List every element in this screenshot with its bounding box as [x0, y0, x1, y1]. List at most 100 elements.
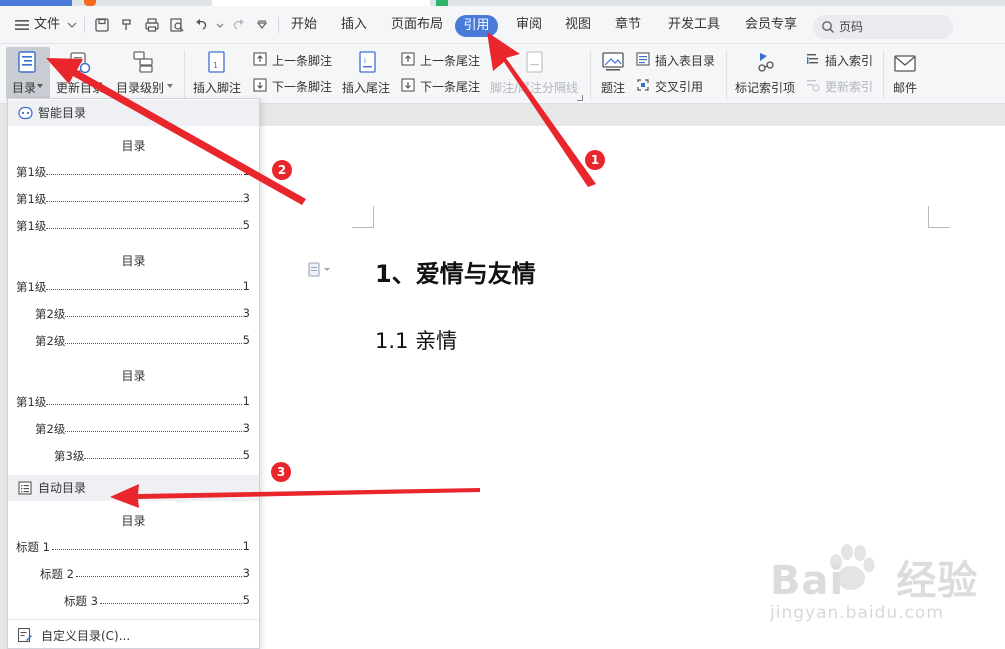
mail-button[interactable]: 邮件 — [893, 79, 917, 96]
undo-icon[interactable] — [194, 17, 210, 33]
divider — [883, 50, 884, 100]
step-badge-2: 2 — [272, 160, 292, 180]
toc-preview-line: 第2级 3 — [35, 306, 250, 322]
insert-table-of-figures-button[interactable]: 插入表目录 — [655, 52, 715, 69]
prev-footnote-icon[interactable] — [253, 52, 267, 66]
divider — [590, 50, 591, 100]
update-toc-button[interactable]: 更新目录 — [56, 79, 104, 96]
customize-quick-access-icon[interactable] — [254, 17, 270, 33]
insert-table-of-figures-icon[interactable] — [636, 52, 650, 66]
print-preview-icon[interactable] — [169, 17, 185, 33]
update-index-icon — [807, 80, 820, 92]
insert-endnote-button[interactable]: 插入尾注 — [342, 79, 390, 96]
search-box[interactable]: 页码 — [813, 15, 953, 39]
insert-index-icon[interactable] — [806, 52, 820, 66]
tab-references[interactable]: 引用 — [455, 15, 498, 37]
toc-preview-line: 标题 35 — [64, 593, 250, 609]
tab-page-layout[interactable]: 页面布局 — [391, 6, 443, 44]
toc-preview-title: 目录 — [121, 514, 146, 528]
edit-document-icon — [17, 627, 32, 643]
cross-reference-icon[interactable] — [636, 78, 650, 92]
toc-preview-title: 目录 — [121, 369, 146, 383]
step-badge-1: 1 — [585, 150, 605, 170]
insert-index-button[interactable]: 插入索引 — [825, 52, 873, 69]
dialog-launcher-icon[interactable] — [577, 95, 583, 101]
toc-label: 目录 — [12, 81, 37, 95]
prev-footnote-button[interactable]: 上一条脚注 — [272, 52, 332, 69]
svg-text:1: 1 — [213, 61, 218, 70]
footnote-separator-icon — [526, 51, 543, 73]
toc-level-button[interactable]: 目录级别 — [116, 79, 164, 96]
chevron-down-icon — [37, 84, 43, 88]
toc-preview-line: 第1级 1 — [16, 279, 250, 295]
next-footnote-icon[interactable] — [253, 78, 267, 92]
toc-preview-line: 标题 23 — [40, 566, 250, 582]
toc-icon — [18, 51, 36, 73]
tab-developer[interactable]: 开发工具 — [668, 6, 720, 44]
paragraph-handle-icon[interactable] — [308, 262, 336, 278]
divider — [278, 17, 279, 33]
insert-endnote-icon[interactable]: i — [356, 50, 380, 74]
toc-level-icon[interactable] — [131, 50, 155, 74]
hamburger-icon[interactable] — [14, 17, 30, 33]
watermark-brand: Bai — [770, 558, 845, 604]
auto-toc-label: 自动目录 — [38, 481, 87, 495]
toc-preview-title: 目录 — [121, 139, 146, 153]
step-badge-3: 3 — [271, 462, 291, 482]
caption-button[interactable]: 题注 — [601, 79, 625, 96]
update-index-button: 更新索引 — [825, 80, 874, 94]
watermark-brand-suffix: 经验 — [896, 558, 979, 604]
format-painter-icon[interactable] — [119, 17, 135, 33]
divider — [84, 17, 85, 33]
watermark-url: jingyan.baidu.com — [770, 603, 944, 623]
search-icon — [822, 21, 835, 34]
smart-toc-header: 智能目录 — [8, 100, 259, 126]
tab-member[interactable]: 会员专享 — [745, 6, 797, 44]
mail-icon[interactable] — [893, 52, 917, 76]
toc-preview-line: 第2级 3 — [35, 421, 250, 437]
update-toc-icon[interactable] — [68, 51, 92, 75]
ribbon-references: 目录 更新目录 目录级别 1 插入脚注 上一条脚注 下一条脚注 i 插入尾注 上… — [0, 44, 1005, 104]
save-icon[interactable] — [94, 17, 110, 33]
auto-toc-header: 自动目录 — [8, 475, 259, 501]
heading-1[interactable]: 1、爱情与友情 — [375, 254, 536, 289]
cross-reference-button[interactable]: 交叉引用 — [655, 78, 703, 95]
mark-index-entry-button[interactable]: 标记索引项 — [735, 79, 795, 96]
toc-preview-line: 标题 11 — [16, 539, 250, 555]
tab-view[interactable]: 视图 — [565, 6, 591, 44]
prev-endnote-button[interactable]: 上一条尾注 — [420, 52, 480, 69]
toc-dropdown-panel: 智能目录 目录 第1级 1 第1级 3 第1级 5 目录 第1级 1 第2级 3 第2级 5… — [7, 98, 260, 649]
custom-toc-label: 自定义目录(C)... — [41, 629, 131, 643]
margin-mark — [928, 206, 950, 228]
tab-chapter[interactable]: 章节 — [615, 6, 641, 44]
search-input[interactable]: 页码 — [839, 15, 863, 39]
chevron-down-icon[interactable] — [212, 17, 228, 33]
next-footnote-button[interactable]: 下一条脚注 — [272, 78, 332, 95]
watermark: Bai 经验 jingyan.baidu.com — [770, 548, 979, 623]
toc-preview-line: 第1级 1 — [16, 394, 250, 410]
insert-footnote-button[interactable]: 插入脚注 — [193, 79, 241, 96]
caption-icon[interactable] — [601, 50, 625, 74]
custom-toc-menu-item[interactable]: 自定义目录(C)... — [8, 619, 259, 648]
file-menu[interactable]: 文件 — [34, 6, 60, 44]
footnote-separator-button: 脚注/尾注分隔线 — [490, 81, 579, 95]
smart-toc-icon — [18, 106, 33, 120]
insert-footnote-icon[interactable]: 1 — [205, 50, 229, 74]
chevron-down-icon[interactable] — [64, 17, 80, 33]
toc-preview-title: 目录 — [121, 254, 146, 268]
divider — [726, 50, 727, 100]
prev-endnote-icon[interactable] — [401, 52, 415, 66]
next-endnote-button[interactable]: 下一条尾注 — [420, 78, 480, 95]
next-endnote-icon[interactable] — [401, 78, 415, 92]
chevron-down-icon — [167, 84, 173, 88]
heading-2[interactable]: 1.1 亲情 — [375, 325, 457, 355]
print-icon[interactable] — [144, 17, 160, 33]
tab-review[interactable]: 审阅 — [516, 6, 542, 44]
toc-preview-line: 第3级 5 — [54, 448, 250, 464]
tab-home[interactable]: 开始 — [291, 6, 317, 44]
smart-toc-label: 智能目录 — [38, 106, 87, 120]
svg-text:i: i — [364, 57, 366, 65]
redo-icon[interactable] — [230, 17, 246, 33]
tab-insert[interactable]: 插入 — [341, 6, 367, 44]
mark-index-icon[interactable] — [753, 50, 777, 74]
